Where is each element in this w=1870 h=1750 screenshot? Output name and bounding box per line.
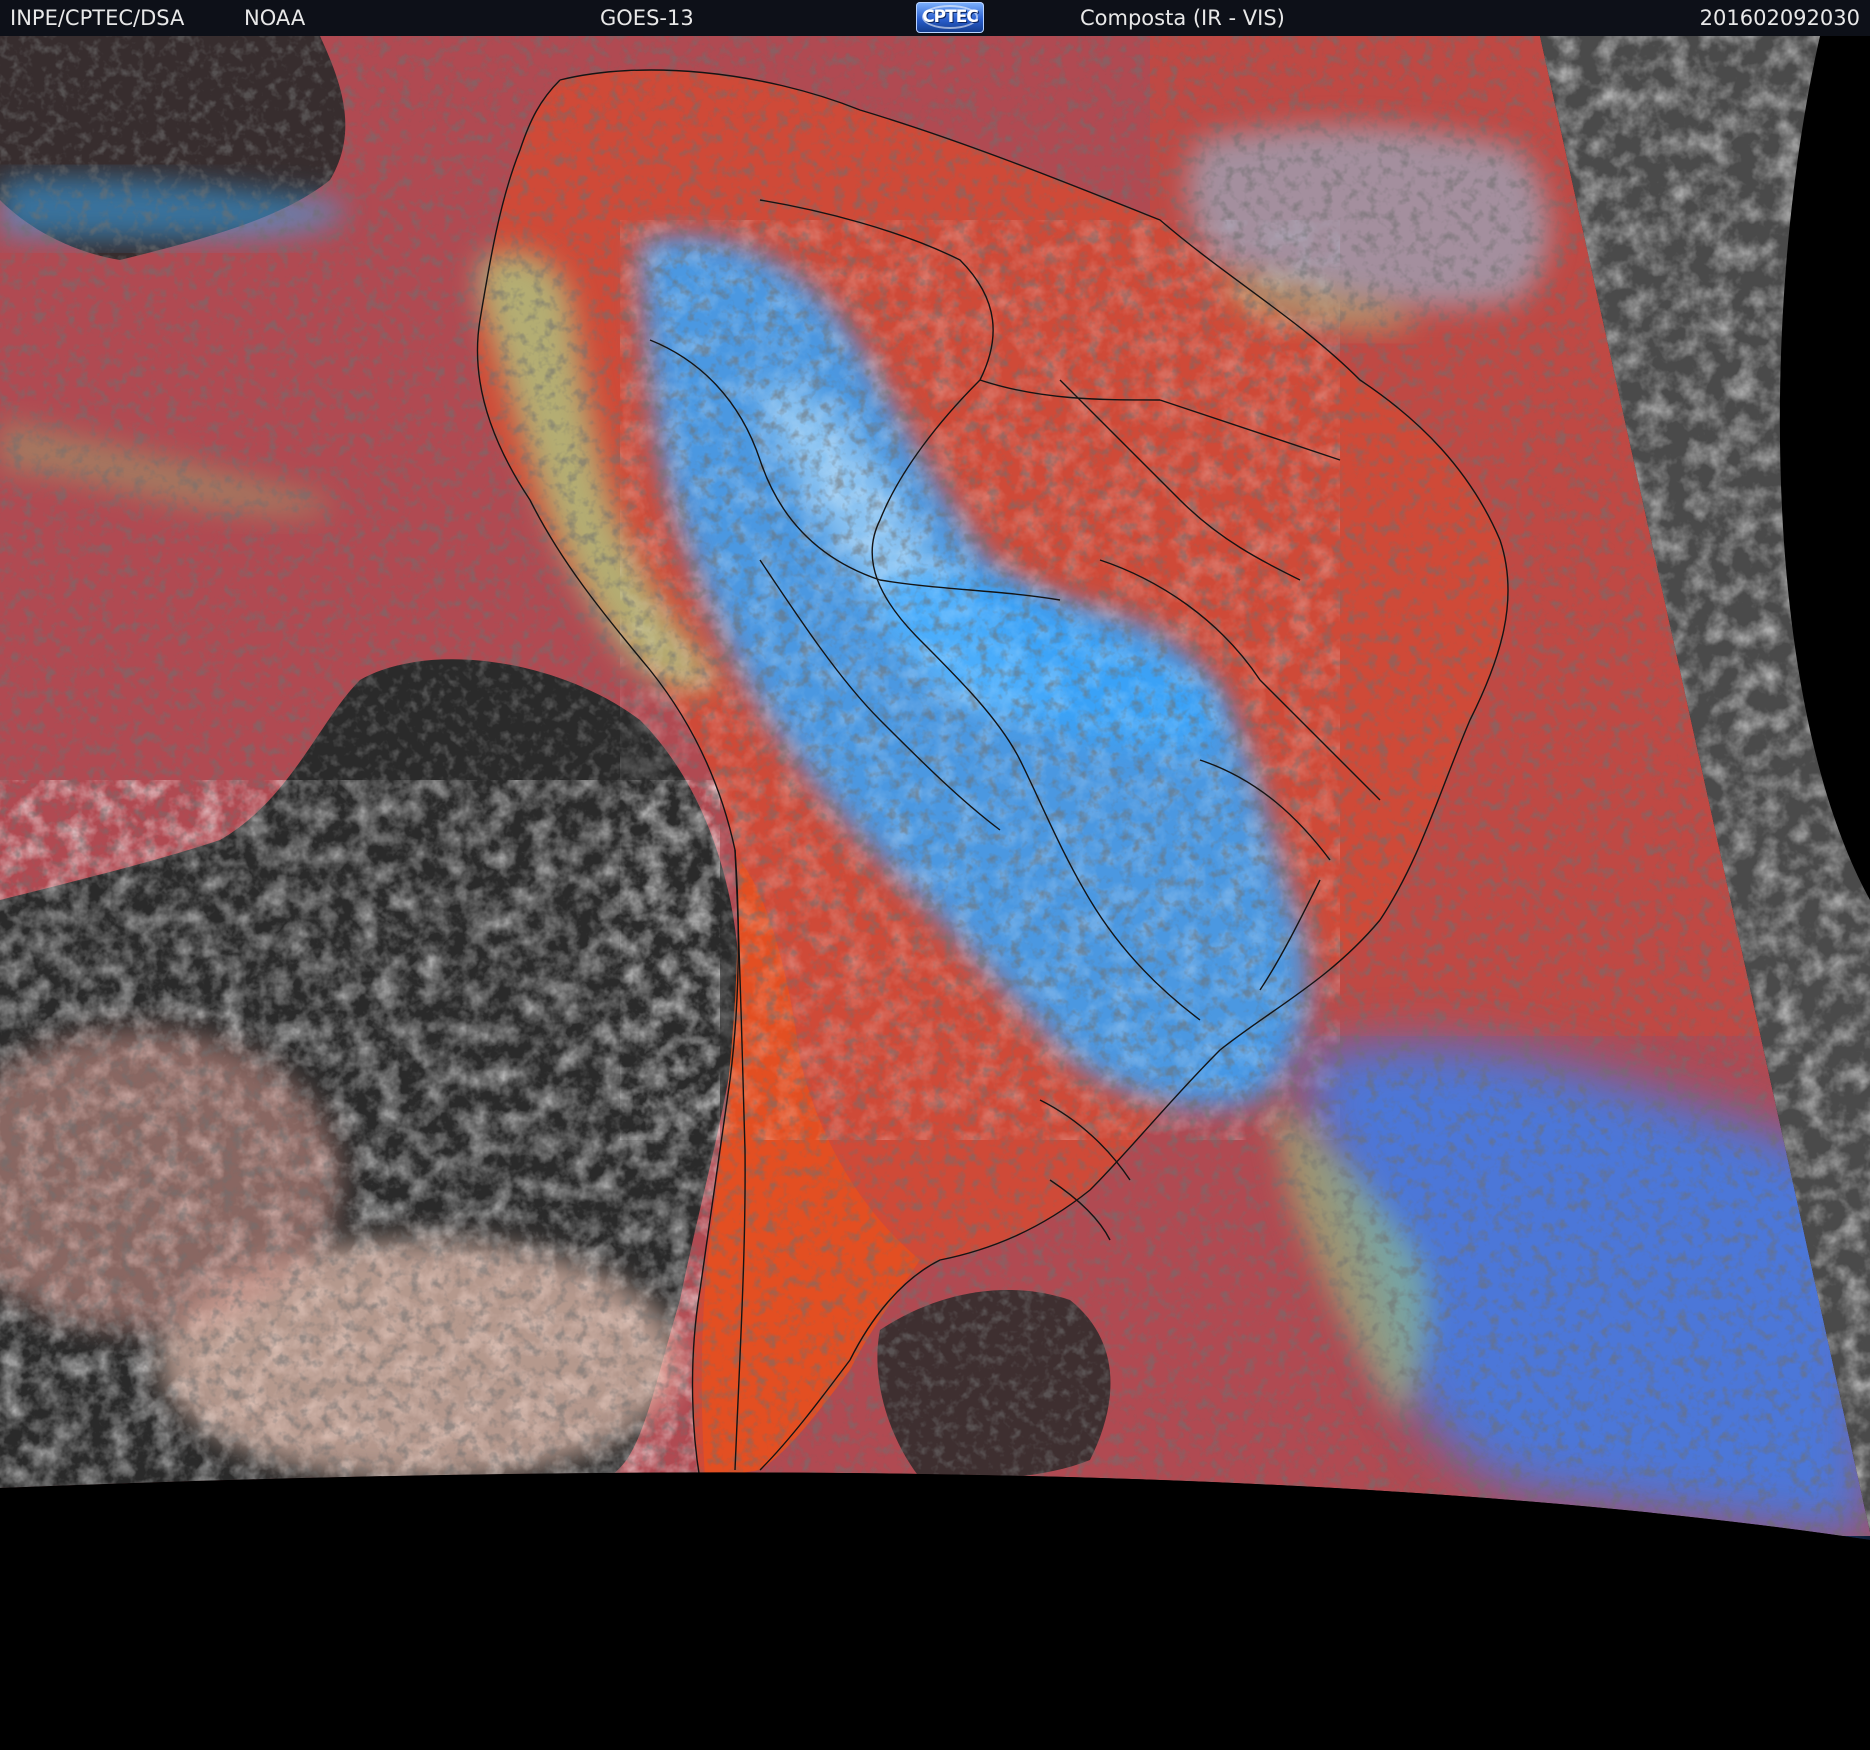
satellite-label: GOES-13 bbox=[600, 6, 694, 30]
cptec-logo: CPTEC bbox=[916, 2, 984, 33]
satellite-composite-image bbox=[0, 36, 1870, 1750]
scan-area bbox=[0, 36, 1870, 1540]
scan-lower-edge bbox=[0, 1472, 1870, 1750]
product-label: Composta (IR - VIS) bbox=[1080, 6, 1285, 30]
dark-speckle-texture bbox=[0, 36, 1870, 1536]
image-header-bar: INPE/CPTEC/DSA NOAA GOES-13 CPTEC Compos… bbox=[0, 0, 1870, 36]
logo-lettering: CPTEC bbox=[922, 7, 979, 27]
timestamp-label: 201602092030 bbox=[1699, 6, 1860, 30]
agency-label: INPE/CPTEC/DSA bbox=[10, 6, 185, 30]
partner-label: NOAA bbox=[244, 6, 306, 30]
